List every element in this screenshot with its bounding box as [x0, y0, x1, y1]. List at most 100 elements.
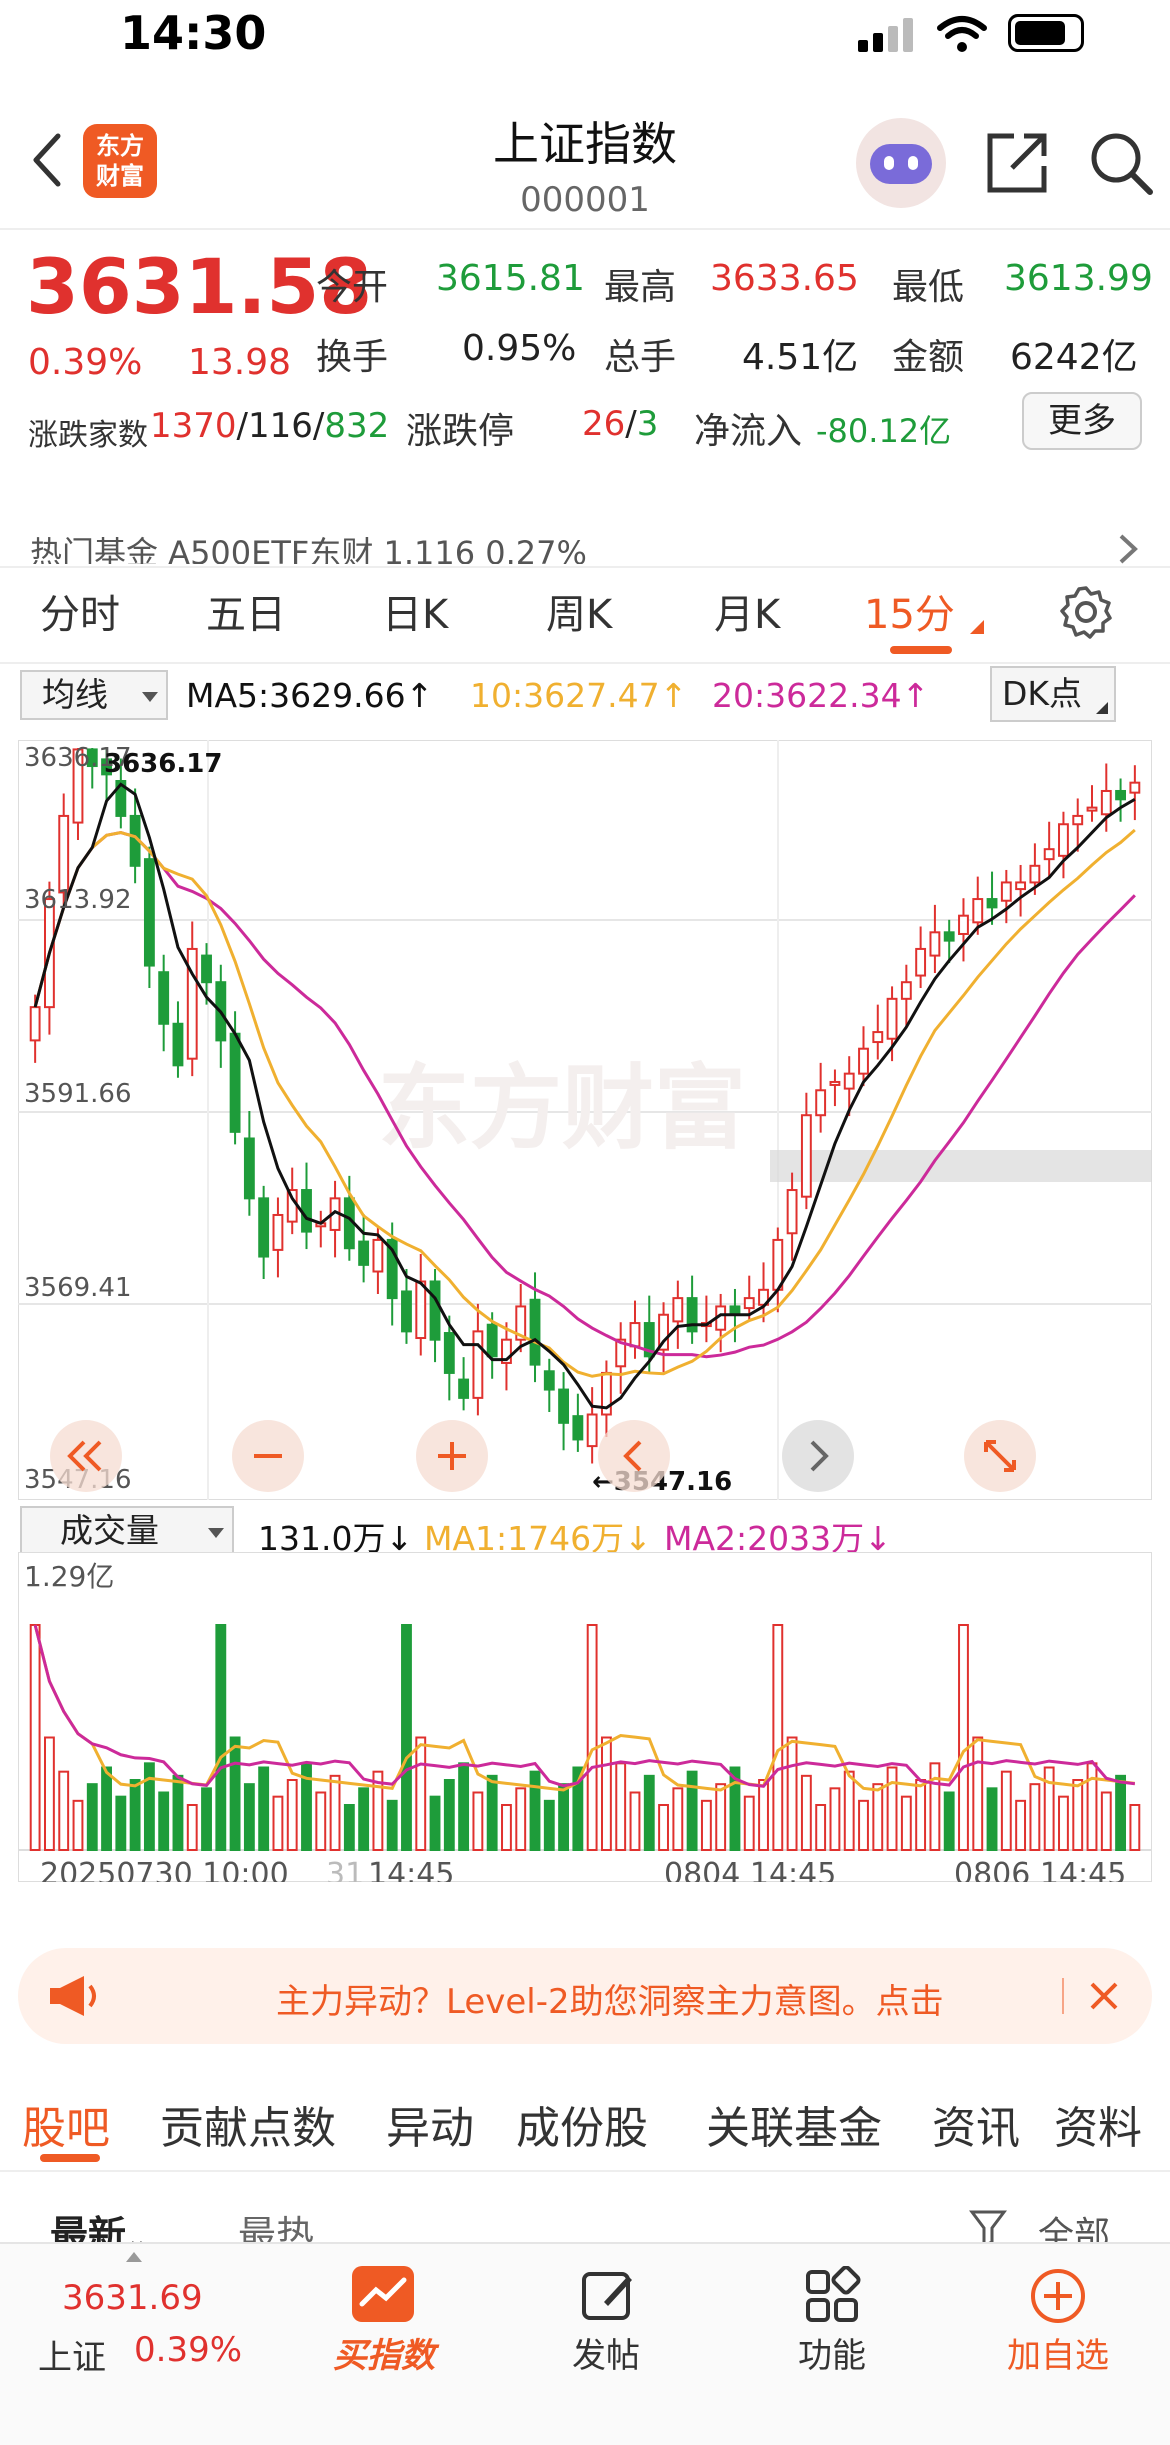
- tab-constituents[interactable]: 成份股: [516, 2092, 648, 2156]
- share-icon[interactable]: [984, 130, 1050, 196]
- volume-bar: [286, 1779, 298, 1851]
- fullscreen-button[interactable]: [964, 1420, 1036, 1492]
- candle: [415, 1280, 427, 1340]
- scroll-left-button[interactable]: [598, 1420, 670, 1492]
- x-label-3: 14:45: [368, 1857, 454, 1882]
- close-icon[interactable]: [1088, 1980, 1120, 2012]
- scroll-left-fast-button[interactable]: [50, 1420, 122, 1492]
- tab-monthly-k[interactable]: 月K: [714, 582, 780, 640]
- divider: [0, 2170, 1170, 2172]
- tab-contribution[interactable]: 贡献点数: [160, 2092, 336, 2156]
- open-value: 3615.81: [436, 258, 585, 299]
- tab-15min[interactable]: 15分: [864, 582, 955, 640]
- search-icon[interactable]: [1086, 128, 1156, 198]
- candle: [243, 1137, 255, 1200]
- function-button[interactable]: 功能: [752, 2254, 912, 2404]
- volume-bar: [786, 1736, 798, 1851]
- volume-bar: [758, 1779, 769, 1851]
- volume-bar: [329, 1774, 341, 1851]
- ma-dropdown[interactable]: 均线: [20, 670, 168, 720]
- volume-bar: [772, 1624, 784, 1851]
- tab-intraday[interactable]: 分时: [40, 582, 120, 640]
- buy-index-button[interactable]: 买指数: [304, 2254, 464, 2404]
- volume-bar: [929, 1762, 941, 1851]
- add-watchlist-label: 加自选: [1007, 2336, 1109, 2376]
- ma5-value: MA5:3629.66↑: [186, 676, 434, 715]
- settings-gear-icon[interactable]: [1058, 584, 1114, 640]
- candle: [486, 1323, 498, 1358]
- ma-dropdown-label: 均线: [42, 675, 108, 714]
- volume-bar: [1129, 1804, 1141, 1851]
- candle: [972, 898, 984, 924]
- candle: [272, 1213, 284, 1251]
- tab-daily-k[interactable]: 日K: [382, 582, 448, 640]
- volume-bar: [900, 1795, 912, 1852]
- candle: [29, 1006, 41, 1042]
- volume-bar: [586, 1624, 598, 1851]
- volume-bar: [743, 1795, 755, 1852]
- volume-bar: [101, 1766, 112, 1851]
- x-label-5: 0806 14:45: [954, 1857, 1126, 1882]
- hot-fund-row[interactable]: 热门基金 A500ETF东财 1.116 0.27%: [0, 460, 1170, 564]
- tab-news[interactable]: 资讯: [932, 2092, 1020, 2156]
- amount-value: 6242亿: [1010, 337, 1138, 378]
- volume-bar: [72, 1799, 84, 1851]
- candle: [858, 1047, 869, 1075]
- volume-bar: [843, 1770, 855, 1852]
- post-button[interactable]: 发帖: [526, 2254, 686, 2404]
- scroll-right-button[interactable]: [782, 1420, 854, 1492]
- banner-text: 主力异动？Level-2助您洞察主力意图。点击: [276, 1982, 944, 2022]
- volume-value: 4.51亿: [742, 337, 859, 378]
- volume-label: 总手: [604, 337, 677, 378]
- dropdown-triangle-icon: [142, 692, 158, 702]
- candle: [1100, 789, 1112, 816]
- candle: [958, 914, 969, 935]
- tab-weekly-k[interactable]: 周K: [546, 582, 612, 640]
- volume-bar: [1058, 1795, 1069, 1852]
- divider: [0, 566, 1170, 568]
- tab-anomaly[interactable]: 异动: [386, 2092, 474, 2156]
- tab-profile[interactable]: 资料: [1054, 2092, 1142, 2156]
- tab-guba[interactable]: 股吧: [22, 2092, 110, 2156]
- volume-bar: [700, 1799, 712, 1851]
- volume-bar: [501, 1804, 512, 1851]
- status-time: 14:30: [120, 6, 267, 60]
- candle: [429, 1280, 441, 1341]
- candle: [1058, 823, 1069, 857]
- volume-bar: [615, 1762, 627, 1851]
- volume-bar: [658, 1804, 669, 1851]
- advdec-values: 1370/116/832: [150, 406, 390, 446]
- index-percent: 0.39%: [134, 2330, 243, 2370]
- volume-bar: [1029, 1783, 1041, 1852]
- index-price[interactable]: 3631.69: [62, 2278, 203, 2318]
- sub-tab-indicator: [40, 2154, 100, 2162]
- candle: [1029, 864, 1041, 884]
- dropdown-triangle-icon: [208, 1528, 224, 1538]
- zoom-in-button[interactable]: [416, 1420, 488, 1492]
- more-button[interactable]: 更多: [1022, 392, 1142, 450]
- volume-bar: [958, 1624, 969, 1851]
- tab-five-day[interactable]: 五日: [206, 582, 286, 640]
- tab-related-funds[interactable]: 关联基金: [706, 2092, 882, 2156]
- chart-watermark: 东方财富: [378, 1055, 746, 1162]
- promo-banner[interactable]: 主力异动？Level-2助您洞察主力意图。点击: [18, 1948, 1152, 2044]
- candle: [943, 931, 955, 942]
- candle: [886, 997, 898, 1040]
- volume-chart[interactable]: 1.29亿 20250730 10:00 31 14:45 0804 14:45…: [18, 1552, 1152, 1882]
- megaphone-icon: [50, 1976, 96, 2016]
- volume-dropdown[interactable]: 成交量: [20, 1506, 234, 1556]
- add-watchlist-button[interactable]: 加自选: [978, 2254, 1138, 2404]
- volume-bar: [815, 1804, 827, 1851]
- y-tick-3: 3591.66: [24, 1079, 132, 1109]
- robot-assistant-icon[interactable]: [856, 118, 946, 208]
- zoom-out-button[interactable]: [232, 1420, 304, 1492]
- chevron-right-icon: [810, 1440, 829, 1472]
- limit-label: 涨跌停: [406, 411, 515, 452]
- y-tick-2: 3613.92: [24, 885, 132, 915]
- dk-button[interactable]: DK点: [990, 666, 1116, 722]
- volume-bar: [600, 1736, 612, 1851]
- candle: [458, 1378, 470, 1399]
- candle: [1000, 881, 1012, 902]
- turnover-label: 换手: [316, 337, 389, 378]
- candlestick-chart[interactable]: 东方财富 3636.17 3613.92 3591.66 3569.41 354…: [18, 740, 1152, 1500]
